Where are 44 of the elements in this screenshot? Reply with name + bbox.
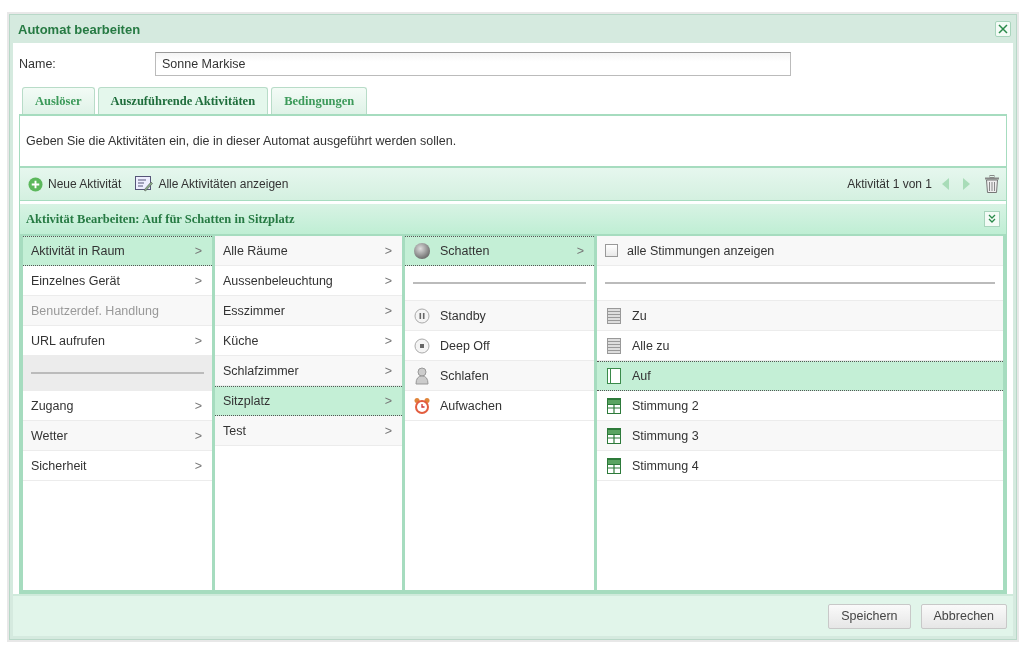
person-icon [414,366,430,385]
dialog-button[interactable]: Abbrechen [920,603,1007,629]
new-activity-button[interactable]: Neue Aktivität [26,174,124,194]
menu-item[interactable]: Stimmung 3 [597,421,1003,451]
section-title: Aktivität Bearbeiten: Auf für Schatten in Sitzplatz [26,211,295,227]
trash-icon[interactable] [984,175,1000,193]
menu-item[interactable]: Zu [597,301,1003,331]
window-title: Automat bearbeiten [18,21,141,37]
show-all-button[interactable]: Alle Aktivitäten anzeigen [133,174,291,194]
window-icon [607,457,621,474]
name-label: Name: [19,57,57,71]
menu-item[interactable]: Aufwachen [405,391,594,421]
edit-list-icon [135,176,154,192]
sphere-icon [413,242,431,260]
menu-item[interactable]: Alle Räume > [215,236,402,266]
pager-text: Aktivität 1 von 1 [847,177,932,191]
blind-icon [607,307,621,324]
name-field[interactable]: Sonne Markise [155,52,791,76]
menu-item[interactable]: Schlafzimmer > [215,356,402,386]
menu-item[interactable]: Test > [215,416,402,446]
menu-item[interactable]: Sitzplatz > [215,386,402,416]
menu-item[interactable]: Esszimmer > [215,296,402,326]
checkbox[interactable] [605,244,618,257]
alarm-clock-icon [413,396,431,415]
tab[interactable]: Auszuführende Aktivitäten [97,87,269,114]
menu-item[interactable]: Aktivität in Raum > [23,236,212,266]
menu-item[interactable]: Standby [405,301,594,331]
dialog-button[interactable]: Speichern [828,603,911,629]
window-icon [607,427,621,444]
checkbox-label: alle Stimmungen anzeigen [627,243,776,258]
menu-item[interactable]: Schatten > [405,236,594,266]
menu-item[interactable]: Sicherheit > [23,451,212,481]
pause-icon [414,307,430,324]
blind-icon [607,337,621,354]
window-icon [607,397,621,414]
menu-item[interactable]: Wetter > [23,421,212,451]
stop-icon [414,337,430,354]
menu-item[interactable]: Schlafen [405,361,594,391]
menu-item[interactable]: Stimmung 4 [597,451,1003,481]
collapse-icon[interactable] [984,211,1000,227]
add-icon [28,176,43,192]
window-icon [607,368,621,384]
close-icon[interactable] [995,21,1011,37]
menu-item[interactable]: Auf [597,361,1003,391]
